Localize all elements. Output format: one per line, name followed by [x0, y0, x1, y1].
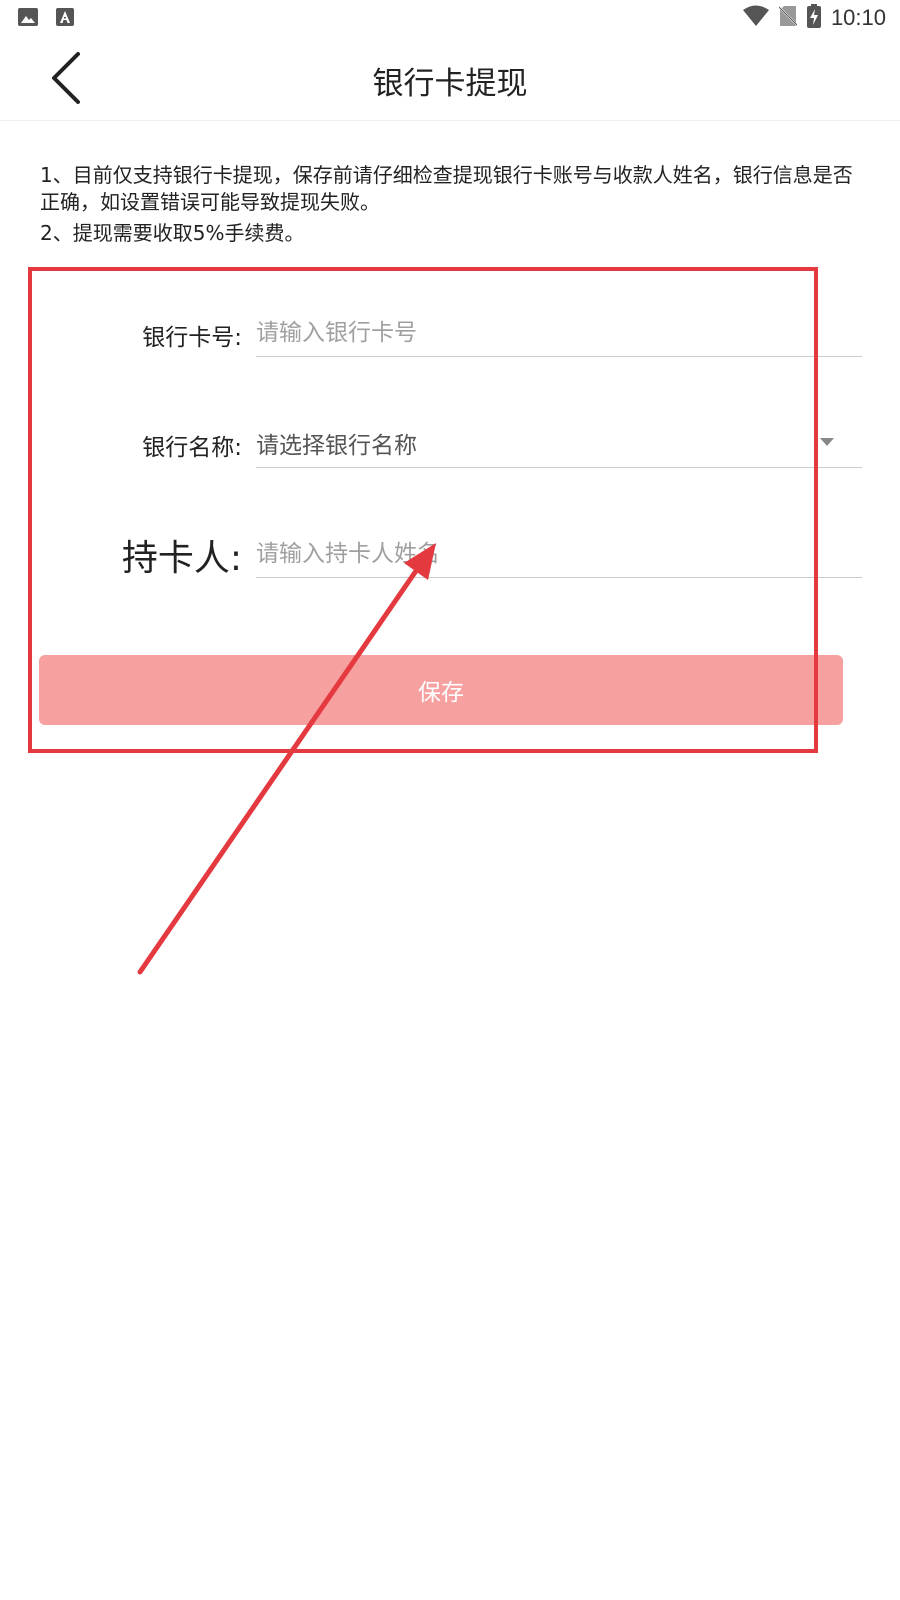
bank-name-select[interactable]: 请选择银行名称 [256, 420, 862, 468]
app-bar: 银行卡提现 [0, 36, 900, 121]
save-button[interactable]: 保存 [39, 655, 843, 725]
dropdown-arrow-icon [820, 438, 834, 446]
font-download-icon [56, 8, 74, 30]
page-title: 银行卡提现 [372, 66, 528, 102]
form-row-bank-name: 银行名称: 请选择银行名称 [0, 398, 900, 488]
status-bar-left [18, 8, 74, 30]
form-row-card-number: 银行卡号: [0, 288, 900, 378]
notice-line-1: 1、目前仅支持银行卡提现，保存前请仔细检查提现银行卡账号与收款人姓名，银行信息是… [40, 163, 853, 214]
notice-line-2: 2、提现需要收取5%手续费。 [40, 221, 305, 245]
status-bar-right: 10:10 [742, 4, 886, 32]
battery-charging-icon [806, 4, 821, 32]
holder-label: 持卡人: [121, 538, 242, 579]
status-bar: 10:10 [0, 0, 900, 36]
wifi-icon [742, 5, 769, 31]
no-sim-icon [778, 5, 798, 31]
holder-name-input[interactable] [256, 531, 862, 578]
card-number-label: 银行卡号: [142, 325, 242, 351]
bank-name-selected: 请选择银行名称 [256, 433, 417, 459]
image-icon [18, 8, 38, 30]
status-time: 10:10 [830, 5, 886, 30]
withdraw-notice: 1、目前仅支持银行卡提现，保存前请仔细检查提现银行卡账号与收款人姓名，银行信息是… [40, 162, 862, 251]
card-number-input[interactable] [256, 310, 862, 357]
bank-name-label: 银行名称: [142, 435, 242, 461]
form-row-holder: 持卡人: [0, 509, 900, 599]
